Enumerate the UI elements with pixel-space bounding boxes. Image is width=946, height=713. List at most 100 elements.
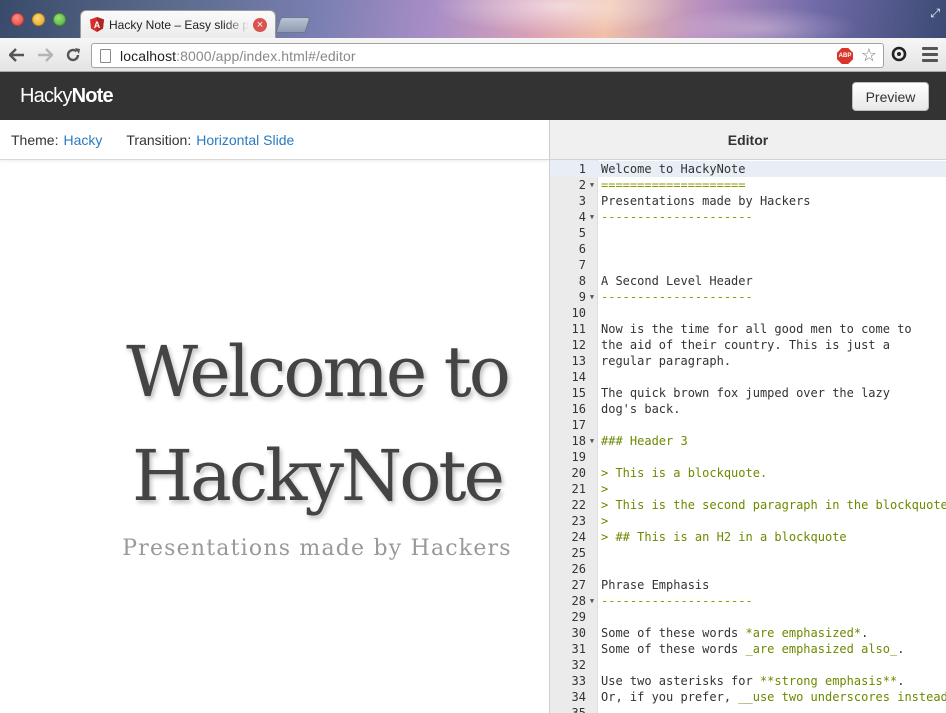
code-line[interactable]: 23 > [550, 513, 946, 529]
code-line[interactable]: 6 [550, 241, 946, 257]
code-line[interactable]: 10 [550, 305, 946, 321]
code-line[interactable]: 18 ▼ ### Header 3 [550, 433, 946, 449]
code-line[interactable]: 20 > This is a blockquote. [550, 465, 946, 481]
extension-icon[interactable] [891, 46, 907, 67]
code-line[interactable]: 5 [550, 225, 946, 241]
line-number: 17 [571, 418, 586, 432]
line-number: 11 [571, 322, 586, 336]
code-text: A Second Level Header [601, 274, 753, 288]
line-number: 18 [571, 434, 586, 448]
code-line[interactable]: 15 The quick brown fox jumped over the la… [550, 385, 946, 401]
window-minimize-button[interactable] [32, 13, 45, 26]
line-number: 6 [578, 242, 586, 256]
url-text[interactable]: localhost:8000/app/index.html#/editor [120, 48, 356, 64]
fold-arrow-icon[interactable]: ▼ [586, 593, 598, 609]
emphasis-markup: *are emphasized* [745, 626, 862, 640]
transition-label: Transition: [126, 131, 192, 148]
code-line[interactable]: 27 Phrase Emphasis [550, 577, 946, 593]
code-line[interactable]: 21 > [550, 481, 946, 497]
code-line[interactable]: 13 regular paragraph. [550, 353, 946, 369]
code-text: > This is the second paragraph in the bl… [601, 498, 946, 512]
code-line[interactable]: 16 dog's back. [550, 401, 946, 417]
code-line[interactable]: 17 [550, 417, 946, 433]
star-icon[interactable]: ☆ [861, 45, 877, 66]
code-line[interactable]: 35 [550, 705, 946, 713]
preview-button[interactable]: Preview [852, 82, 929, 111]
address-bar[interactable]: localhost:8000/app/index.html#/editor AB… [91, 43, 884, 68]
code-line[interactable]: 19 [550, 449, 946, 465]
code-text: regular paragraph. [601, 354, 732, 368]
code-line[interactable]: 12 the aid of their country. This is just… [550, 337, 946, 353]
line-number: 8 [578, 274, 586, 288]
code-line[interactable]: 8 A Second Level Header [550, 273, 946, 289]
line-number: 9 [578, 290, 586, 304]
window-close-button[interactable] [11, 13, 24, 26]
reload-icon[interactable] [59, 41, 87, 69]
adblock-icon[interactable]: ABP [837, 48, 853, 64]
code-line[interactable]: 24 > ## This is an H2 in a blockquote [550, 529, 946, 545]
line-number: 15 [571, 386, 586, 400]
code-line[interactable]: 33 Use two asterisks for **strong emphasi… [550, 673, 946, 689]
code-line[interactable]: 28 ▼ --------------------- [550, 593, 946, 609]
fold-arrow-icon[interactable]: ▼ [586, 177, 598, 193]
fullscreen-icon[interactable]: ⤢ [930, 6, 940, 21]
code-line[interactable]: 3 Presentations made by Hackers [550, 193, 946, 209]
code-line[interactable]: 2 ▼ ==================== [550, 177, 946, 193]
editor-title: Editor [550, 120, 946, 160]
new-tab-button[interactable] [275, 17, 311, 33]
fold-arrow-icon[interactable]: ▼ [586, 209, 598, 225]
forward-arrow-icon[interactable] [31, 41, 59, 69]
code-text: > This is a blockquote. [601, 466, 768, 480]
back-arrow-icon[interactable] [3, 41, 31, 69]
code-text: Use two asterisks for **strong emphasis*… [601, 674, 905, 688]
code-line[interactable]: 1 Welcome to HackyNote [550, 161, 946, 177]
fold-arrow-icon[interactable]: ▼ [586, 289, 598, 305]
browser-tab-active[interactable]: A Hacky Note – Easy slide presentations … [80, 10, 276, 38]
code-text: --------------------- [601, 210, 753, 224]
transition-link[interactable]: Horizontal Slide [196, 132, 294, 148]
code-line[interactable]: 32 [550, 657, 946, 673]
tab-close-icon[interactable]: × [253, 17, 267, 32]
code-line[interactable]: 7 [550, 257, 946, 273]
page-icon [100, 48, 111, 63]
code-line[interactable]: 9 ▼ --------------------- [550, 289, 946, 305]
line-number: 31 [571, 642, 586, 656]
code-text: --------------------- [601, 594, 753, 608]
code-line[interactable]: 4 ▼ --------------------- [550, 209, 946, 225]
line-number: 5 [578, 226, 586, 240]
code-line[interactable]: 29 [550, 609, 946, 625]
slide-subtitle: Presentations made by Hackers [122, 536, 512, 561]
brand-logo[interactable]: HackyNote [20, 85, 114, 108]
code-line[interactable]: 34 Or, if you prefer, __use two underscor… [550, 689, 946, 705]
menu-icon[interactable] [922, 47, 938, 65]
code-line[interactable]: 14 [550, 369, 946, 385]
code-line[interactable]: 26 [550, 561, 946, 577]
code-line[interactable]: 22 > This is the second paragraph in the … [550, 497, 946, 513]
fold-arrow-icon[interactable]: ▼ [586, 433, 598, 449]
line-number: 16 [571, 402, 586, 416]
code-lines[interactable]: 1 Welcome to HackyNote 2 ▼ =================… [550, 161, 946, 713]
theme-label: Theme: [11, 131, 59, 148]
window-maximize-button[interactable] [53, 13, 66, 26]
browser-toolbar: localhost:8000/app/index.html#/editor AB… [0, 38, 946, 72]
line-number: 14 [571, 370, 586, 384]
code-line[interactable]: 11 Now is the time for all good men to co… [550, 321, 946, 337]
code-text: > ## This is an H2 in a blockquote [601, 530, 847, 544]
line-number: 32 [571, 658, 586, 672]
code-line[interactable]: 25 [550, 545, 946, 561]
code-line[interactable]: 30 Some of these words *are emphasized*. [550, 625, 946, 641]
code-line[interactable]: 31 Some of these words _are emphasized al… [550, 641, 946, 657]
theme-link[interactable]: Hacky [63, 132, 102, 148]
code-editor[interactable]: 1 Welcome to HackyNote 2 ▼ =================… [550, 160, 946, 713]
